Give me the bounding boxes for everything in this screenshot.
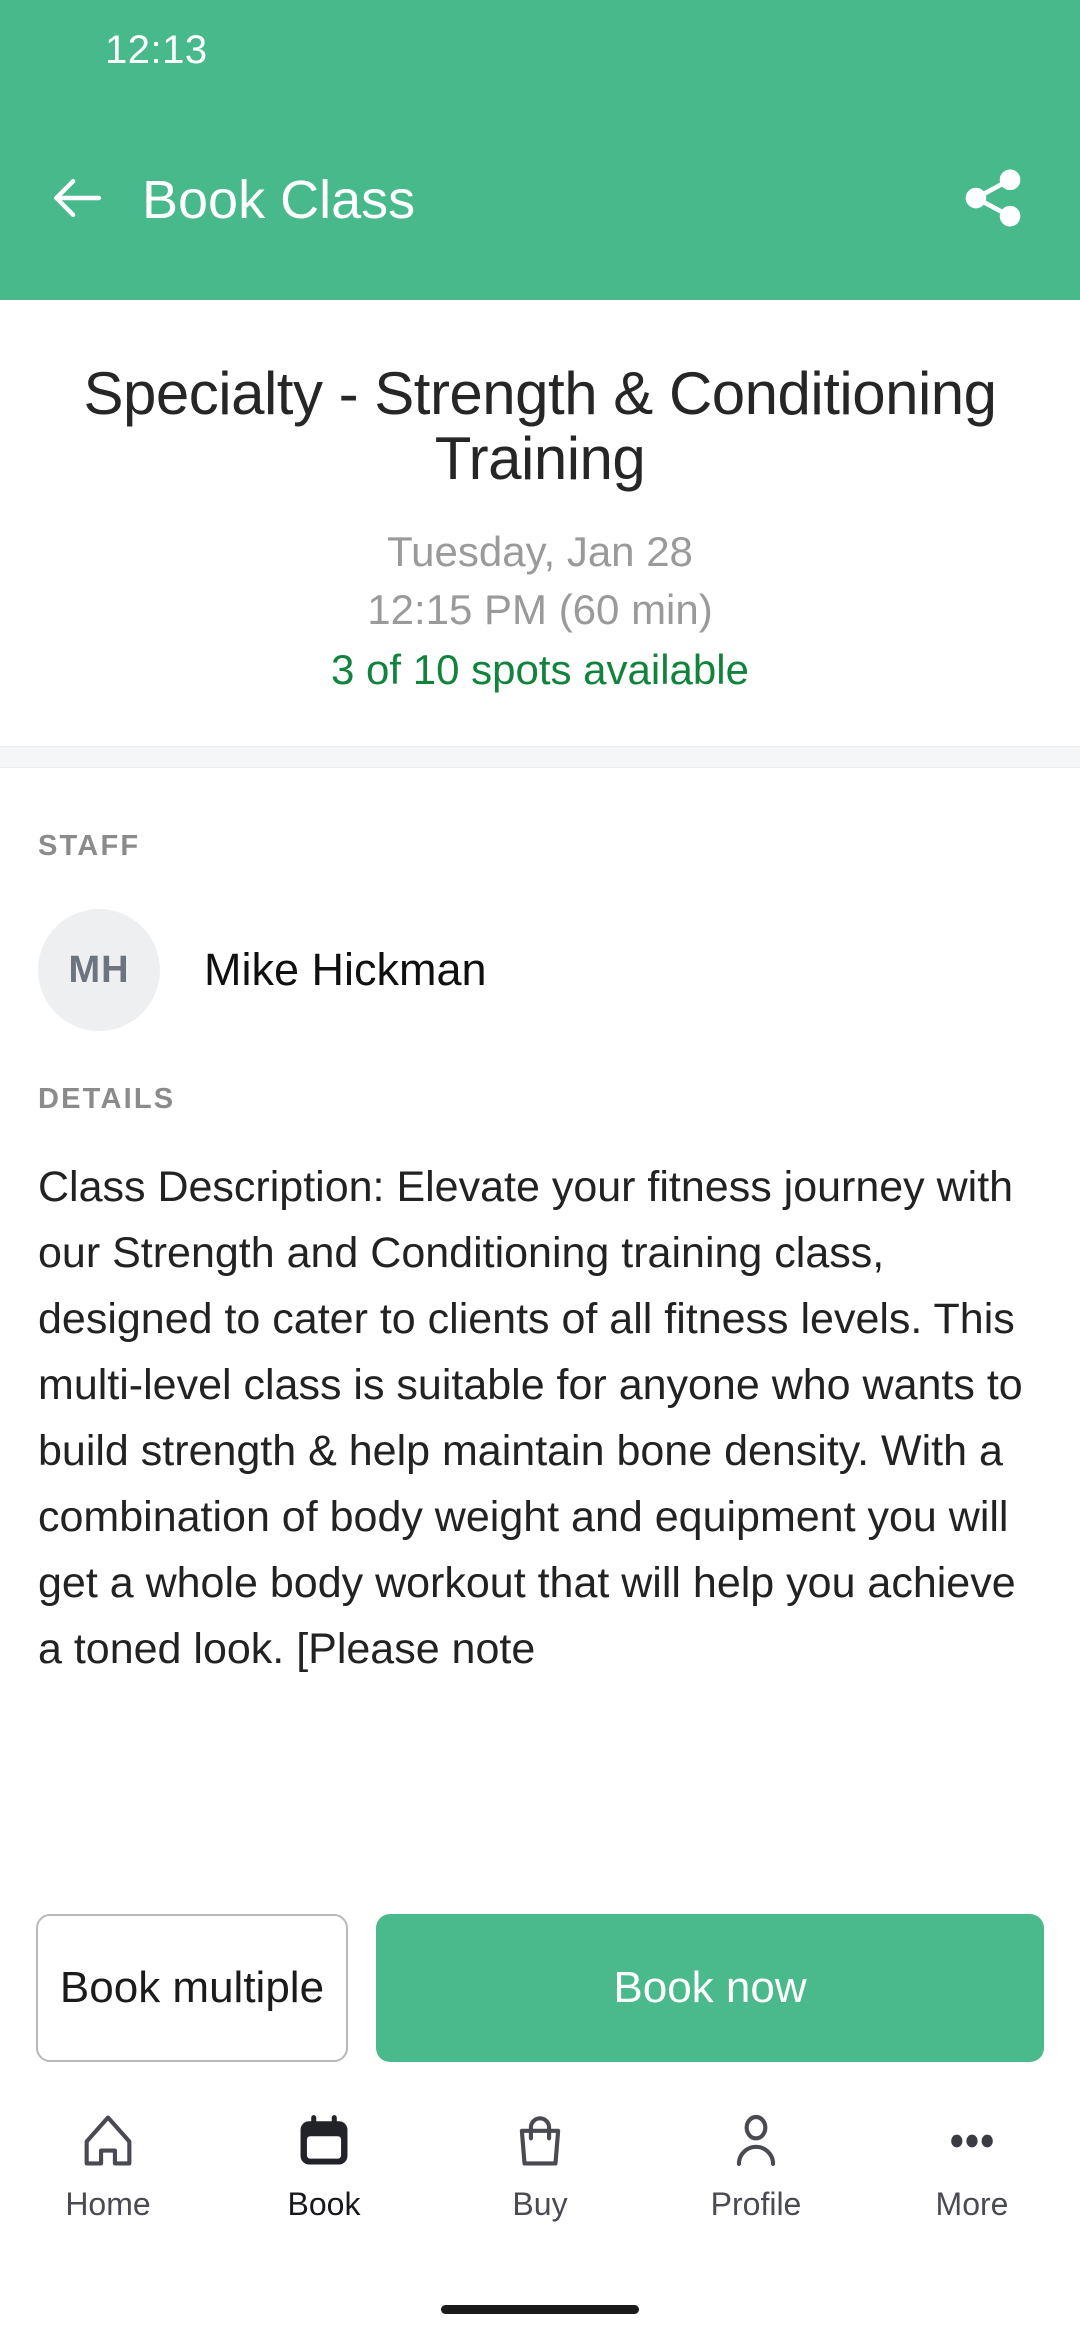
arrow-left-icon bbox=[46, 167, 108, 234]
nav-label-buy: Buy bbox=[512, 2186, 568, 2222]
ellipsis-icon bbox=[940, 2102, 1004, 2180]
avatar: MH bbox=[38, 909, 160, 1032]
nav-item-buy[interactable]: Buy bbox=[432, 2102, 648, 2223]
book-multiple-button[interactable]: Book multiple bbox=[36, 1914, 348, 2062]
class-time: 12:15 PM (60 min) bbox=[367, 585, 713, 633]
nav-item-more[interactable]: More bbox=[864, 2102, 1080, 2223]
nav-label-book: Book bbox=[287, 2186, 361, 2222]
share-button[interactable] bbox=[954, 161, 1032, 239]
calendar-icon bbox=[292, 2102, 356, 2180]
status-clock: 12:13 bbox=[105, 27, 208, 72]
staff-name: Mike Hickman bbox=[204, 944, 487, 996]
home-indicator-area bbox=[0, 2278, 1080, 2340]
page-title: Book Class bbox=[142, 170, 416, 230]
class-title: Specialty - Strength & Conditioning Trai… bbox=[83, 360, 997, 492]
app-bar: Book Class bbox=[0, 100, 1080, 300]
back-button[interactable] bbox=[40, 163, 114, 237]
nav-label-home: Home bbox=[65, 2186, 151, 2222]
book-now-button[interactable]: Book now bbox=[376, 1914, 1044, 2062]
home-indicator[interactable] bbox=[441, 2304, 639, 2314]
nav-label-more: More bbox=[935, 2186, 1009, 2222]
section-divider-band bbox=[0, 746, 1080, 769]
details-section-label: DETAILS bbox=[38, 1083, 176, 1116]
action-bar: Book multiple Book now bbox=[0, 1896, 1080, 2088]
nav-label-profile: Profile bbox=[710, 2186, 802, 2222]
class-spots-available: 3 of 10 spots available bbox=[331, 646, 749, 694]
staff-section-label: STAFF bbox=[38, 830, 141, 863]
home-icon bbox=[76, 2102, 140, 2180]
person-icon bbox=[724, 2102, 788, 2180]
staff-row[interactable]: MH Mike Hickman bbox=[38, 909, 1080, 1032]
class-summary: Specialty - Strength & Conditioning Trai… bbox=[0, 300, 1080, 747]
avatar-initials: MH bbox=[68, 948, 130, 991]
details-scroll-region[interactable]: STAFF MH Mike Hickman DETAILS Class Desc… bbox=[0, 768, 1080, 1896]
bottom-navigation: Home Book Buy Profile More bbox=[0, 2088, 1080, 2278]
class-description: Class Description: Elevate your fitness … bbox=[38, 1163, 1023, 1674]
status-bar: 12:13 bbox=[0, 0, 1080, 100]
app-screen: 12:13 Book Class Specialty - Strength & … bbox=[0, 0, 1080, 2340]
nav-item-profile[interactable]: Profile bbox=[648, 2102, 864, 2223]
nav-item-book[interactable]: Book bbox=[216, 2102, 432, 2223]
class-date: Tuesday, Jan 28 bbox=[387, 527, 693, 575]
nav-item-home[interactable]: Home bbox=[0, 2102, 216, 2223]
bag-icon bbox=[508, 2102, 572, 2180]
share-icon bbox=[960, 165, 1026, 236]
